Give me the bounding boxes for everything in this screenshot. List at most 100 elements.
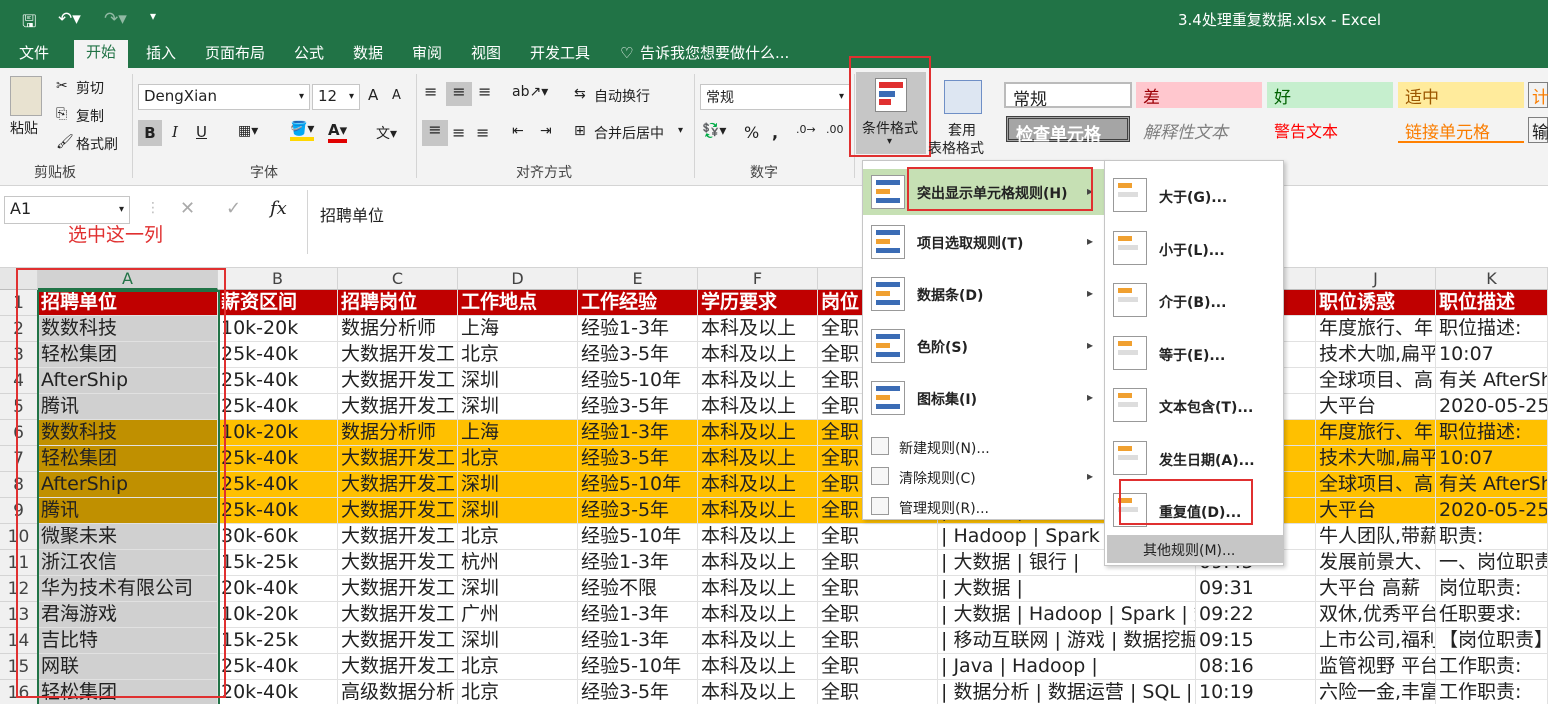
tab-formulas[interactable]: 公式	[282, 43, 336, 68]
qat-customize-icon[interactable]: ▾	[150, 9, 156, 23]
hl-menu-item-between[interactable]: 介于(B)...	[1105, 274, 1283, 326]
table-cell[interactable]: 数据分析师	[338, 420, 458, 446]
decrease-decimal-icon[interactable]: .00	[826, 123, 844, 136]
comma-button[interactable]: ,	[772, 123, 778, 142]
copy-button[interactable]: 复制	[76, 106, 104, 126]
style-input[interactable]: 输	[1528, 117, 1548, 143]
align-right-icon[interactable]: ≡	[476, 123, 489, 142]
style-calculation[interactable]: 计	[1528, 82, 1548, 108]
table-cell[interactable]: 监管视野 平台	[1316, 654, 1436, 680]
wrap-text-icon[interactable]: ⇆	[574, 86, 586, 102]
header-cell[interactable]: 职位描述	[1436, 290, 1548, 316]
table-cell[interactable]: 25k-40k	[218, 472, 338, 498]
chevron-down-icon[interactable]: ▾	[678, 125, 683, 136]
table-cell[interactable]: 全职	[818, 680, 938, 704]
table-cell[interactable]: 本科及以上	[698, 602, 818, 628]
table-cell[interactable]: 有关 AfterShi	[1436, 368, 1548, 394]
header-cell[interactable]: 薪资区间	[218, 290, 338, 316]
cf-menu-item-new-rule[interactable]: 新建规则(N)...	[863, 433, 1105, 461]
number-format-select[interactable]: 常规 ▾	[700, 84, 850, 110]
table-cell[interactable]: 大数据开发工	[338, 498, 458, 524]
column-header-k[interactable]: K	[1436, 268, 1548, 290]
table-cell[interactable]: 2020-05-25	[1436, 498, 1548, 524]
table-cell[interactable]: 大数据开发工	[338, 472, 458, 498]
table-cell[interactable]: 大平台 高薪	[1316, 576, 1436, 602]
table-cell[interactable]: 杭州	[458, 550, 578, 576]
table-cell[interactable]: 本科及以上	[698, 550, 818, 576]
table-cell[interactable]: 15k-25k	[218, 628, 338, 654]
cancel-icon[interactable]: ✕	[180, 198, 195, 219]
table-cell[interactable]: 工作职责:	[1436, 680, 1548, 704]
tab-file[interactable]: 文件	[7, 43, 61, 68]
table-cell[interactable]: 经验1-3年	[578, 550, 698, 576]
style-neutral[interactable]: 适中	[1398, 82, 1524, 108]
table-cell[interactable]: | 数据分析 | 数据运营 | SQL |	[938, 680, 1196, 704]
table-cell[interactable]: 技术大咖,扁平	[1316, 342, 1436, 368]
table-cell[interactable]: 全职	[818, 654, 938, 680]
table-cell[interactable]: 25k-40k	[218, 342, 338, 368]
table-cell[interactable]: 北京	[458, 446, 578, 472]
cut-icon[interactable]: ✂	[56, 78, 68, 94]
orientation-icon[interactable]: ab↗▾	[512, 84, 548, 100]
table-cell[interactable]: 北京	[458, 654, 578, 680]
table-cell[interactable]: | 大数据 | Hadoop | Spark | 数	[938, 602, 1196, 628]
table-cell[interactable]: 技术大咖,扁平	[1316, 446, 1436, 472]
column-header-e[interactable]: E	[578, 268, 698, 290]
table-cell[interactable]: 本科及以上	[698, 654, 818, 680]
table-cell[interactable]: 大数据开发工	[338, 394, 458, 420]
table-cell[interactable]: 深圳	[458, 472, 578, 498]
copy-icon[interactable]: ⎘	[56, 106, 67, 122]
align-top-icon[interactable]: ≡	[424, 82, 437, 101]
column-header-f[interactable]: F	[698, 268, 818, 290]
table-cell[interactable]: 大数据开发工	[338, 602, 458, 628]
table-cell[interactable]: 大数据开发工	[338, 628, 458, 654]
table-cell[interactable]: 10:07	[1436, 342, 1548, 368]
table-cell[interactable]: 本科及以上	[698, 576, 818, 602]
spreadsheet-grid[interactable]: ABCDEFGHIJK1招聘单位薪资区间招聘岗位工作地点工作经验学历要求岗位职位…	[0, 268, 1548, 704]
table-cell[interactable]: 牛人团队,带薪	[1316, 524, 1436, 550]
style-explanatory[interactable]: 解释性文本	[1136, 117, 1262, 143]
table-cell[interactable]: 工作职责:	[1436, 654, 1548, 680]
insert-function-button[interactable]: fx	[270, 198, 287, 219]
table-cell[interactable]: 经验5-10年	[578, 472, 698, 498]
table-cell[interactable]: 经验3-5年	[578, 446, 698, 472]
table-cell[interactable]: 年度旅行、年	[1316, 316, 1436, 342]
paste-button[interactable]: 粘贴	[10, 118, 38, 138]
align-bottom-icon[interactable]: ≡	[478, 82, 491, 101]
table-cell[interactable]: 20k-40k	[218, 576, 338, 602]
percent-button[interactable]: %	[744, 123, 759, 142]
table-cell[interactable]: 大数据开发工	[338, 524, 458, 550]
tell-me-input[interactable]: 告诉我您想要做什么...	[628, 43, 801, 68]
header-cell[interactable]: 招聘岗位	[338, 290, 458, 316]
table-cell[interactable]: 六险一金,丰富	[1316, 680, 1436, 704]
align-middle-icon[interactable]: ≡	[446, 82, 472, 106]
table-cell[interactable]: 25k-40k	[218, 394, 338, 420]
table-cell[interactable]: | Java | Hadoop |	[938, 654, 1196, 680]
phonetic-icon[interactable]: 文▾	[376, 123, 397, 143]
table-cell[interactable]: 岗位职责:	[1436, 576, 1548, 602]
header-cell[interactable]: 职位诱惑	[1316, 290, 1436, 316]
table-cell[interactable]: 一、岗位职责	[1436, 550, 1548, 576]
align-center-icon[interactable]: ≡	[452, 123, 465, 142]
table-cell[interactable]: 职责:	[1436, 524, 1548, 550]
underline-button[interactable]: U	[196, 123, 207, 141]
table-cell[interactable]: 经验1-3年	[578, 602, 698, 628]
table-cell[interactable]: 09:22	[1196, 602, 1316, 628]
table-format-label-2[interactable]: 表格格式	[928, 138, 984, 158]
cf-menu-item-icon-sets[interactable]: 图标集(I) ▸	[863, 373, 1105, 423]
hl-menu-item-text-contains[interactable]: 文本包含(T)...	[1105, 379, 1283, 431]
save-icon[interactable]: 🖫	[22, 9, 36, 38]
table-cell[interactable]: 15k-25k	[218, 550, 338, 576]
cf-menu-item-data-bars[interactable]: 数据条(D) ▸	[863, 269, 1105, 319]
table-cell[interactable]: 10:07	[1436, 446, 1548, 472]
column-header-d[interactable]: D	[458, 268, 578, 290]
table-cell[interactable]: 08:16	[1196, 654, 1316, 680]
style-warning[interactable]: 警告文本	[1267, 117, 1393, 143]
table-cell[interactable]: 【岗位职责】	[1436, 628, 1548, 654]
table-format-label-1[interactable]: 套用	[948, 120, 976, 140]
increase-decimal-icon[interactable]: .0→	[796, 123, 816, 136]
table-cell[interactable]: 发展前景大、	[1316, 550, 1436, 576]
table-cell[interactable]: 10k-20k	[218, 602, 338, 628]
table-cell[interactable]: 大平台	[1316, 498, 1436, 524]
grow-font-button[interactable]: A	[368, 86, 378, 104]
